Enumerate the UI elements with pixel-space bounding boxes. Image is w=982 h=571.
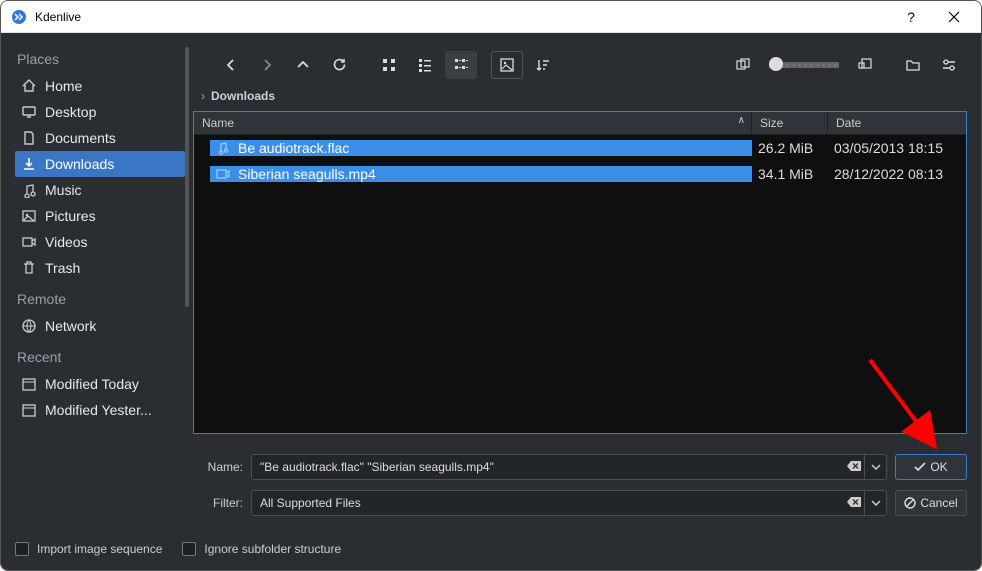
breadcrumb[interactable]: › Downloads (193, 83, 967, 109)
video-file-icon (216, 167, 230, 181)
sort-button[interactable] (527, 51, 559, 79)
sidebar-item-documents[interactable]: Documents (15, 125, 185, 151)
window-title: Kdenlive (35, 10, 891, 24)
sidebar-item-pictures[interactable]: Pictures (15, 203, 185, 229)
sidebar-item-music[interactable]: Music (15, 177, 185, 203)
file-name: Siberian seagulls.mp4 (238, 166, 376, 182)
video-icon (21, 234, 37, 250)
sidebar-item-videos[interactable]: Videos (15, 229, 185, 255)
filter-dropdown-button[interactable] (864, 491, 886, 515)
sidebar-item-modified-today[interactable]: Modified Today (15, 371, 185, 397)
preview-toggle-button[interactable] (491, 51, 523, 79)
zoom-slider[interactable] (769, 62, 839, 68)
desktop-icon (21, 104, 37, 120)
breadcrumb-segment[interactable]: Downloads (211, 89, 275, 103)
import-image-sequence-checkbox[interactable]: Import image sequence (15, 542, 162, 556)
cancel-button[interactable]: Cancel (895, 490, 967, 516)
reload-button[interactable] (323, 51, 355, 79)
new-folder-button[interactable] (897, 51, 929, 79)
app-icon (11, 9, 27, 25)
zoom-in-button[interactable] (849, 51, 881, 79)
file-size: 34.1 MiB (752, 166, 828, 182)
picture-icon (21, 208, 37, 224)
view-compact-button[interactable] (409, 51, 441, 79)
file-size: 26.2 MiB (752, 140, 828, 156)
section-places: Places (15, 47, 185, 73)
file-list[interactable]: Be audiotrack.flac 26.2 MiB 03/05/2013 1… (194, 135, 966, 433)
filter-label: Filter: (193, 496, 243, 510)
places-sidebar: Places Home Desktop Documents Downloads … (15, 47, 185, 516)
clear-filter-button[interactable] (844, 497, 864, 510)
name-input[interactable] (252, 460, 844, 474)
view-icons-button[interactable] (373, 51, 405, 79)
ignore-subfolder-checkbox[interactable]: Ignore subfolder structure (182, 542, 341, 556)
name-label: Name: (193, 460, 243, 474)
file-row[interactable]: Siberian seagulls.mp4 34.1 MiB 28/12/202… (194, 161, 966, 187)
section-remote: Remote (15, 287, 185, 313)
audio-file-icon (216, 141, 230, 155)
file-name: Be audiotrack.flac (238, 140, 349, 156)
sidebar-item-home[interactable]: Home (15, 73, 185, 99)
column-header-size[interactable]: Size (752, 112, 828, 134)
zoom-out-button[interactable] (727, 51, 759, 79)
file-list-header: Name∧ Size Date (194, 112, 966, 135)
trash-icon (21, 260, 37, 276)
name-combobox[interactable] (251, 454, 887, 480)
file-row[interactable]: Be audiotrack.flac 26.2 MiB 03/05/2013 1… (194, 135, 966, 161)
close-button[interactable] (931, 2, 977, 32)
calendar-icon (21, 402, 37, 418)
filter-combobox[interactable]: All Supported Files (251, 490, 887, 516)
column-header-name[interactable]: Name∧ (194, 112, 752, 134)
document-icon (21, 130, 37, 146)
sort-asc-icon: ∧ (738, 115, 745, 126)
sidebar-item-desktop[interactable]: Desktop (15, 99, 185, 125)
sidebar-item-trash[interactable]: Trash (15, 255, 185, 281)
settings-button[interactable] (933, 51, 965, 79)
nav-forward-button[interactable] (251, 51, 283, 79)
titlebar: Kdenlive ? (1, 1, 981, 33)
view-details-button[interactable] (445, 51, 477, 79)
help-button[interactable]: ? (891, 2, 931, 32)
file-date: 28/12/2022 08:13 (828, 166, 966, 182)
sidebar-item-downloads[interactable]: Downloads (15, 151, 185, 177)
calendar-icon (21, 376, 37, 392)
music-icon (21, 182, 37, 198)
toolbar (193, 47, 967, 83)
file-list-area: Name∧ Size Date Be audiotrack.flac 26.2 … (193, 111, 967, 434)
nav-back-button[interactable] (215, 51, 247, 79)
section-recent: Recent (15, 345, 185, 371)
ok-button[interactable]: OK (895, 454, 967, 480)
sidebar-item-modified-yesterday[interactable]: Modified Yester... (15, 397, 185, 423)
download-icon (21, 156, 37, 172)
sidebar-scrollbar[interactable] (185, 47, 189, 307)
file-date: 03/05/2013 18:15 (828, 140, 966, 156)
name-dropdown-button[interactable] (864, 455, 886, 479)
network-icon (21, 318, 37, 334)
sidebar-item-network[interactable]: Network (15, 313, 185, 339)
home-icon (21, 78, 37, 94)
filter-value: All Supported Files (252, 496, 844, 510)
clear-name-button[interactable] (844, 461, 864, 474)
footer: Import image sequence Ignore subfolder s… (1, 530, 981, 570)
nav-up-button[interactable] (287, 51, 319, 79)
column-header-date[interactable]: Date (828, 112, 966, 134)
chevron-right-icon: › (201, 89, 205, 103)
